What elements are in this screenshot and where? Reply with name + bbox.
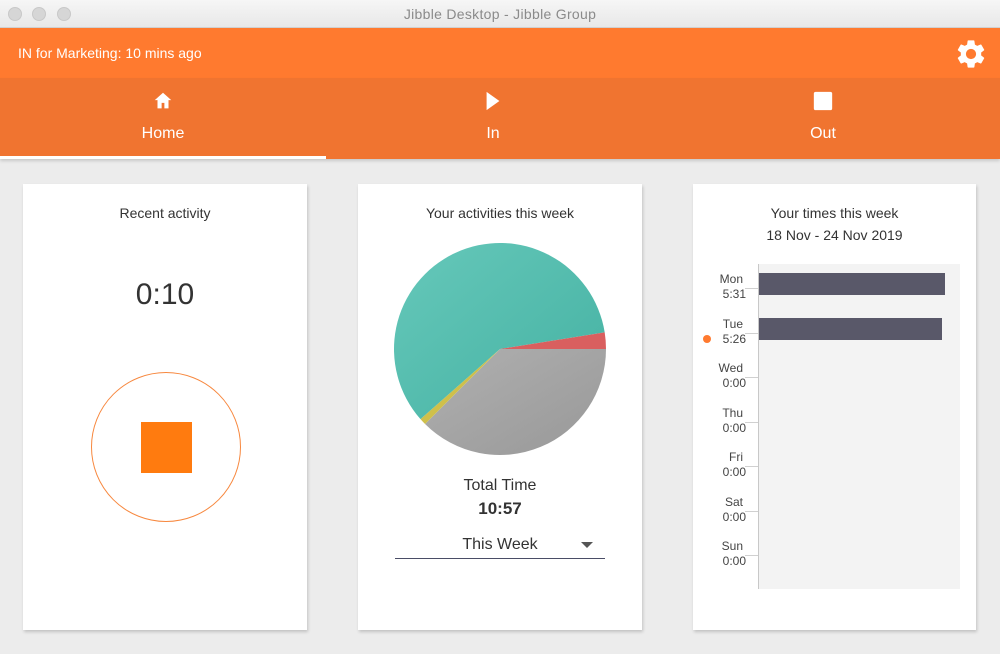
period-select[interactable]: This Week xyxy=(395,534,605,559)
tab-out[interactable]: Out xyxy=(660,78,986,159)
stop-icon xyxy=(813,91,833,111)
day-row: Tue 5:26 xyxy=(693,317,976,362)
day-time-label: 5:26 xyxy=(722,331,746,346)
times-card: Your times this week 18 Nov - 24 Nov 201… xyxy=(693,184,976,630)
day-label: Sat xyxy=(724,494,743,509)
day-time-label: 0:00 xyxy=(722,509,746,524)
today-indicator xyxy=(703,334,711,343)
day-time-label: 0:00 xyxy=(722,376,746,390)
day-row: Fri 0:00 xyxy=(693,450,976,495)
activities-card: Your activities this week Total Time 10:… xyxy=(358,184,642,630)
total-time-label: Total Time xyxy=(463,477,537,494)
status-bar: IN for Marketing: 10 mins ago xyxy=(0,28,1000,78)
times-bar-chart: Mon 5:31 Tue 5:26 Wed 0:00 Thu 0:00 Fri 0:00 Sat 0:… xyxy=(693,260,976,590)
day-label: Sun xyxy=(721,539,743,553)
time-bar xyxy=(759,273,945,295)
recent-activity-title: Recent activity xyxy=(119,205,211,221)
day-label: Mon xyxy=(719,272,743,286)
day-time-label: 0:00 xyxy=(722,554,746,568)
axis-tick xyxy=(745,510,758,512)
time-bar xyxy=(759,317,942,340)
axis-tick xyxy=(745,377,758,378)
window-titlebar: Jibble Desktop - Jibble Group xyxy=(0,0,1000,28)
day-row: Mon 5:31 xyxy=(693,272,976,317)
home-icon xyxy=(154,92,172,109)
period-select-value: This Week xyxy=(462,536,538,553)
total-time-value: 10:57 xyxy=(478,499,522,518)
clock-status-text: IN for Marketing: 10 mins ago xyxy=(18,45,202,61)
stop-icon xyxy=(141,422,192,473)
day-row: Thu 0:00 xyxy=(693,406,976,451)
times-title: Your times this week xyxy=(770,205,899,221)
tab-in[interactable]: In xyxy=(330,78,656,159)
tab-home[interactable]: Home xyxy=(0,78,326,159)
axis-tick xyxy=(745,555,758,556)
day-time-label: 0:00 xyxy=(722,465,746,479)
day-time-label: 0:00 xyxy=(722,420,746,435)
tab-in-label: In xyxy=(486,125,500,142)
axis-tick xyxy=(745,421,758,423)
tab-out-label: Out xyxy=(810,125,836,142)
axis-tick xyxy=(745,288,758,289)
day-label: Thu xyxy=(722,405,743,420)
activities-pie-chart xyxy=(393,242,606,455)
chevron-down-icon xyxy=(581,542,593,548)
day-time-label: 5:31 xyxy=(722,287,746,301)
day-row: Wed 0:00 xyxy=(693,361,976,406)
window-title: Jibble Desktop - Jibble Group xyxy=(403,6,597,22)
axis-tick xyxy=(745,332,758,334)
day-row: Sun 0:00 xyxy=(693,539,976,584)
gear-icon xyxy=(957,40,985,68)
day-label: Fri xyxy=(729,450,743,464)
day-label: Tue xyxy=(722,316,743,331)
main-tabs: Home In Out xyxy=(0,78,1000,159)
tab-home-label: Home xyxy=(141,125,185,142)
activities-title: Your activities this week xyxy=(425,205,575,221)
day-row: Sat 0:00 xyxy=(693,495,976,540)
clock-out-button[interactable] xyxy=(91,372,241,522)
week-range: 18 Nov - 24 Nov 2019 xyxy=(766,227,903,243)
play-icon xyxy=(486,91,500,111)
settings-button[interactable] xyxy=(954,37,988,71)
day-label: Wed xyxy=(718,361,743,375)
elapsed-timer: 0:10 xyxy=(135,278,195,311)
axis-tick xyxy=(745,466,758,467)
recent-activity-card: Recent activity 0:10 xyxy=(23,184,307,630)
